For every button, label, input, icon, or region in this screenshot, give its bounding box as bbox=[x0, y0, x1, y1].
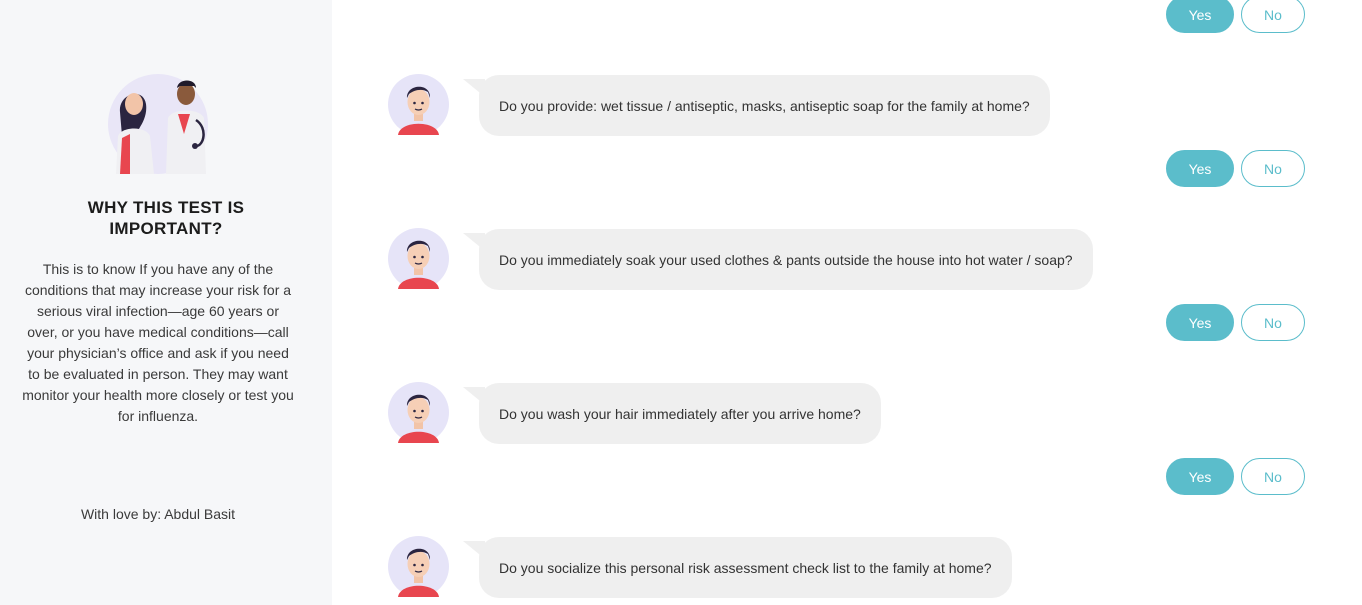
doctors-illustration bbox=[108, 74, 208, 174]
sidebar-title: WHY THIS TEST IS IMPORTANT? bbox=[87, 198, 245, 238]
no-button[interactable]: No bbox=[1241, 304, 1305, 341]
yes-button[interactable]: Yes bbox=[1166, 150, 1234, 187]
assistant-avatar-icon bbox=[388, 536, 449, 597]
assistant-avatar-icon bbox=[388, 228, 449, 289]
sidebar: WHY THIS TEST IS IMPORTANT? This is to k… bbox=[0, 0, 332, 605]
no-button[interactable]: No bbox=[1241, 458, 1305, 495]
assistant-avatar-icon bbox=[388, 382, 449, 443]
question-bubble: Do you provide: wet tissue / antiseptic,… bbox=[463, 75, 1050, 136]
question-bubble: Do you immediately soak your used clothe… bbox=[463, 229, 1093, 290]
sidebar-description: This is to know If you have any of the c… bbox=[22, 261, 294, 424]
assistant-avatar-icon bbox=[388, 74, 449, 135]
question-bubble: Do you wash your hair immediately after … bbox=[463, 383, 881, 444]
author-credit: With love by: Abdul Basit bbox=[80, 506, 236, 522]
yes-button[interactable]: Yes bbox=[1166, 304, 1234, 341]
yes-button[interactable]: Yes bbox=[1166, 0, 1234, 33]
yes-button[interactable]: Yes bbox=[1166, 458, 1234, 495]
page: WHY THIS TEST IS IMPORTANT? This is to k… bbox=[0, 0, 1362, 605]
question-bubble: Do you socialize this personal risk asse… bbox=[463, 537, 1012, 598]
no-button[interactable]: No bbox=[1241, 150, 1305, 187]
no-button[interactable]: No bbox=[1241, 0, 1305, 33]
